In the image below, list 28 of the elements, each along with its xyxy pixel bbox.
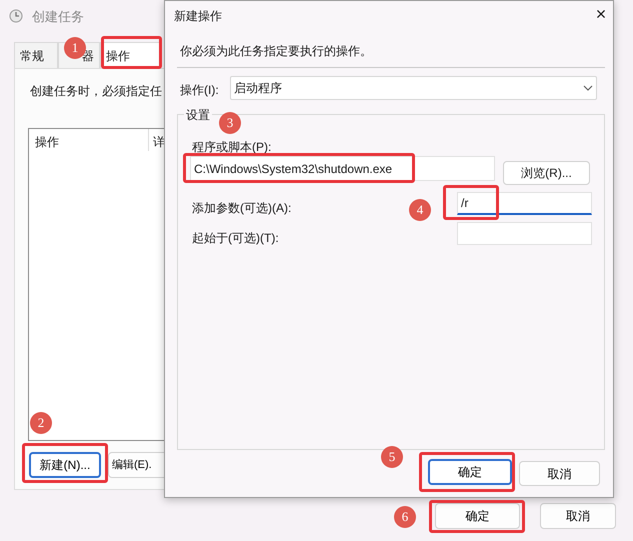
button[interactable]: 取消 [540, 503, 616, 529]
hint-text: 创建任务时，必须指定任 [30, 83, 162, 100]
dialog-title: 新建操作 [174, 8, 222, 25]
chevron-down-icon [583, 85, 593, 91]
close-button[interactable]: × [590, 3, 612, 25]
action-dropdown[interactable]: 启动程序 [230, 76, 597, 100]
highlight-frame [101, 36, 162, 69]
column-header: 详 [153, 134, 165, 151]
clock-icon [9, 9, 23, 23]
field-label: 操作(I): [180, 82, 219, 99]
step-badge: 6 [394, 506, 416, 528]
button[interactable]: 确定 [428, 459, 512, 485]
program-field[interactable]: C:\Windows\System32\shutdown.exe [190, 156, 495, 181]
dropdown-value: 启动程序 [234, 80, 282, 97]
arguments-field[interactable]: /r [457, 192, 592, 215]
field-label: 起始于(可选)(T): [192, 230, 279, 247]
column-header: 操作 [35, 134, 59, 151]
button[interactable]: 新建(N)... [29, 452, 101, 478]
start-in-field[interactable] [457, 222, 592, 245]
button[interactable]: 确定 [435, 503, 520, 529]
field-label: 程序或脚本(P): [192, 139, 272, 156]
browse-button[interactable]: 浏览(R)... [503, 161, 590, 185]
highlight-frame [443, 185, 499, 220]
tab[interactable]: 常规 [14, 42, 58, 69]
instruction-text: 你必须为此任务指定要执行的操作。 [180, 43, 372, 60]
field-label: 添加参数(可选)(A): [192, 200, 292, 217]
button[interactable]: 取消 [519, 461, 600, 486]
window-title: 创建任务 [32, 8, 84, 26]
